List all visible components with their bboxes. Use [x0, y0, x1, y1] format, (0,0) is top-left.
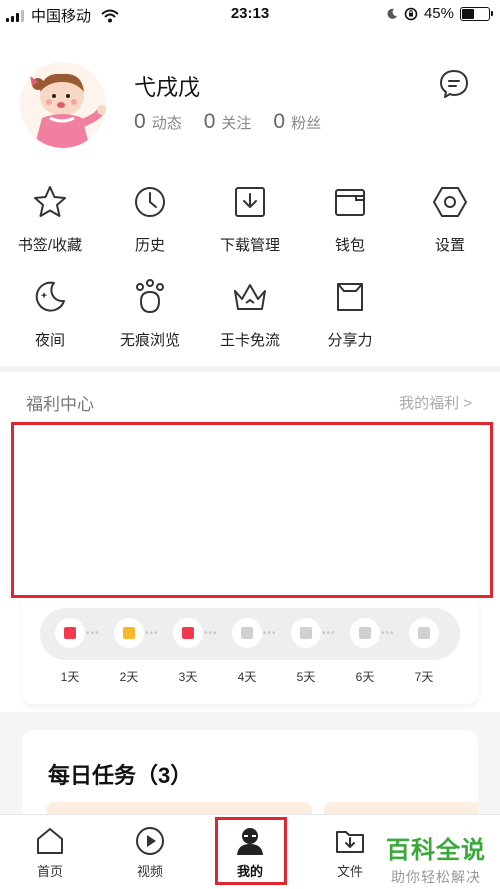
menu-label: 王卡免流	[219, 332, 280, 349]
feature-row: 书签/收藏 历史 下载管理 钱包 设置	[0, 180, 500, 275]
menu-night-mode[interactable]: 夜间	[0, 275, 100, 370]
folder-download-icon	[336, 831, 364, 853]
gift-box-icon	[182, 627, 194, 639]
menu-label: 钱包	[334, 237, 365, 254]
menu-label: 无痕浏览	[119, 332, 180, 349]
progress-dots: •••	[381, 628, 395, 639]
menu-settings[interactable]: 设置	[400, 180, 500, 275]
welfare-header: 福利中心 我的福利 >	[0, 386, 500, 416]
signin-day-badge	[350, 618, 380, 648]
menu-label: 书签/收藏	[17, 237, 83, 254]
gift-box-icon	[359, 627, 371, 639]
watermark-subtitle: 助你轻松解决	[391, 869, 481, 885]
moon-status-icon	[387, 8, 397, 19]
username[interactable]: 弋戌戊	[134, 70, 200, 102]
gift-box-icon	[123, 627, 135, 639]
menu-label: 分享力	[327, 332, 373, 349]
welfare-banner-highlight[interactable]	[11, 422, 493, 598]
progress-dots: •••	[86, 628, 100, 639]
daily-tasks-title: 每日任务（3）	[48, 763, 193, 788]
stat-following[interactable]: 0 关注	[204, 110, 252, 134]
stat-fans[interactable]: 0 粉丝	[273, 110, 321, 134]
feature-row: 夜间 无痕浏览 王卡免流 分享力	[0, 275, 500, 370]
menu-incognito[interactable]: 无痕浏览	[100, 275, 200, 370]
signin-day-label: 4天	[237, 670, 257, 684]
stat-label: 关注	[221, 115, 252, 132]
signin-day-badge	[291, 618, 321, 648]
signin-day-badge	[409, 618, 439, 648]
menu-label: 设置	[434, 237, 465, 254]
tab-label: 首页	[36, 864, 63, 879]
moon-icon	[35, 281, 65, 312]
tab-files[interactable]: 文件	[300, 815, 400, 889]
feature-grid: 书签/收藏 历史 下载管理 钱包 设置 夜间 无痕浏览 王卡免流 分享力	[0, 180, 500, 370]
stat-value: 0	[134, 110, 146, 133]
star-icon	[34, 186, 66, 217]
paw-icon	[136, 279, 164, 314]
tab-label: 文件	[336, 864, 363, 879]
tab-mine-highlight	[215, 817, 287, 885]
profile-stats: 0 动态 0 关注 0 粉丝	[134, 110, 321, 134]
signin-track: ••• ••• ••• ••• ••• •••	[40, 608, 460, 660]
share-bag-icon	[337, 283, 363, 311]
stat-label: 粉丝	[291, 115, 322, 132]
download-icon	[235, 187, 265, 217]
crown-icon	[234, 284, 266, 310]
hexagon-settings-icon	[433, 187, 467, 217]
menu-label: 下载管理	[219, 237, 280, 254]
avatar[interactable]	[20, 62, 106, 148]
menu-share-power[interactable]: 分享力	[300, 275, 400, 370]
menu-history[interactable]: 历史	[100, 180, 200, 275]
signin-day-label: 6天	[355, 670, 375, 684]
tab-video[interactable]: 视频	[100, 815, 200, 889]
clock-icon	[135, 187, 165, 217]
gift-box-icon	[418, 627, 430, 639]
progress-dots: •••	[204, 628, 218, 639]
gift-box-icon	[64, 627, 76, 639]
baby-avatar-icon	[30, 73, 106, 148]
watermark-logo: 百科全说 助你轻松解决	[386, 830, 486, 887]
watermark-title: 百科全说	[386, 837, 486, 864]
status-right: 45%	[386, 5, 493, 22]
profile-header: 弋戌戊 0 动态 0 关注 0 粉丝	[0, 30, 500, 170]
gift-box-icon	[241, 627, 253, 639]
signin-day-label: 2天	[119, 670, 139, 684]
progress-dots: •••	[145, 628, 159, 639]
signin-day-label: 5天	[296, 670, 316, 684]
progress-dots: •••	[322, 628, 336, 639]
menu-king-card[interactable]: 王卡免流	[200, 275, 300, 370]
signin-day-badge	[55, 618, 85, 648]
play-icon	[136, 827, 164, 855]
menu-bookmarks[interactable]: 书签/收藏	[0, 180, 100, 275]
stat-label: 动态	[151, 115, 182, 132]
menu-downloads[interactable]: 下载管理	[200, 180, 300, 275]
stat-posts[interactable]: 0 动态	[134, 110, 182, 134]
tab-label: 视频	[136, 864, 163, 879]
home-icon	[37, 828, 63, 854]
signin-card: ••• ••• ••• ••• ••• ••• 1天 2天 3天 4天 5天 6天 7天	[22, 598, 478, 704]
signin-day-badge	[173, 618, 203, 648]
progress-dots: •••	[263, 628, 277, 639]
signin-day-label: 7天	[414, 670, 434, 684]
menu-wallet[interactable]: 钱包	[300, 180, 400, 275]
message-icon[interactable]	[438, 68, 470, 100]
status-bar: 中国移动 23:13 45%	[0, 0, 500, 30]
menu-label: 夜间	[34, 332, 65, 349]
signin-day-label: 3天	[178, 670, 198, 684]
stat-value: 0	[273, 110, 286, 133]
welfare-title: 福利中心	[26, 395, 94, 414]
tab-home[interactable]: 首页	[0, 815, 100, 889]
wallet-icon	[335, 189, 365, 216]
stat-value: 0	[203, 110, 216, 133]
rotation-lock-icon	[404, 7, 418, 20]
gift-box-icon	[300, 627, 312, 639]
section-divider	[0, 366, 500, 372]
battery-percent: 45%	[423, 5, 454, 22]
battery-icon	[460, 6, 493, 21]
signin-day-badge	[114, 618, 144, 648]
menu-label: 历史	[134, 237, 165, 254]
signin-day-label: 1天	[60, 670, 80, 684]
my-welfare-link[interactable]: 我的福利 >	[399, 392, 472, 413]
signin-day-badge	[232, 618, 262, 648]
